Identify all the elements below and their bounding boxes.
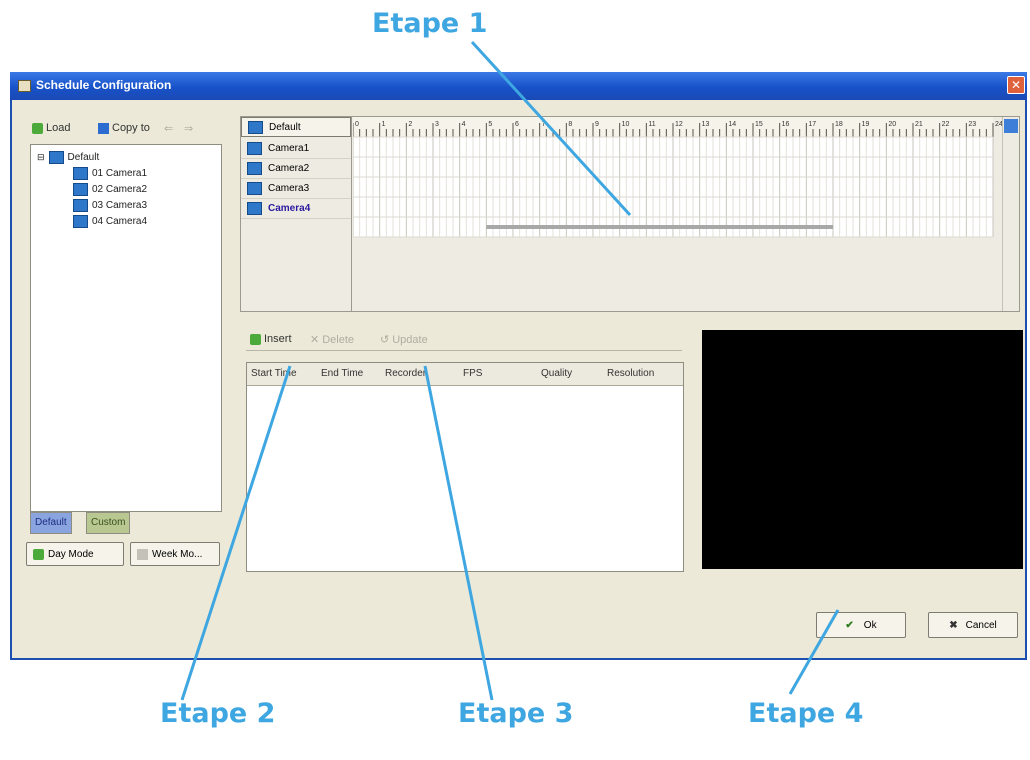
callout-line-etape-4 — [788, 609, 840, 695]
callout-lines — [180, 40, 840, 701]
callout-line-etape-2 — [180, 365, 292, 701]
callout-line-etape-3 — [423, 365, 494, 701]
callout-line-etape-1 — [470, 40, 632, 217]
